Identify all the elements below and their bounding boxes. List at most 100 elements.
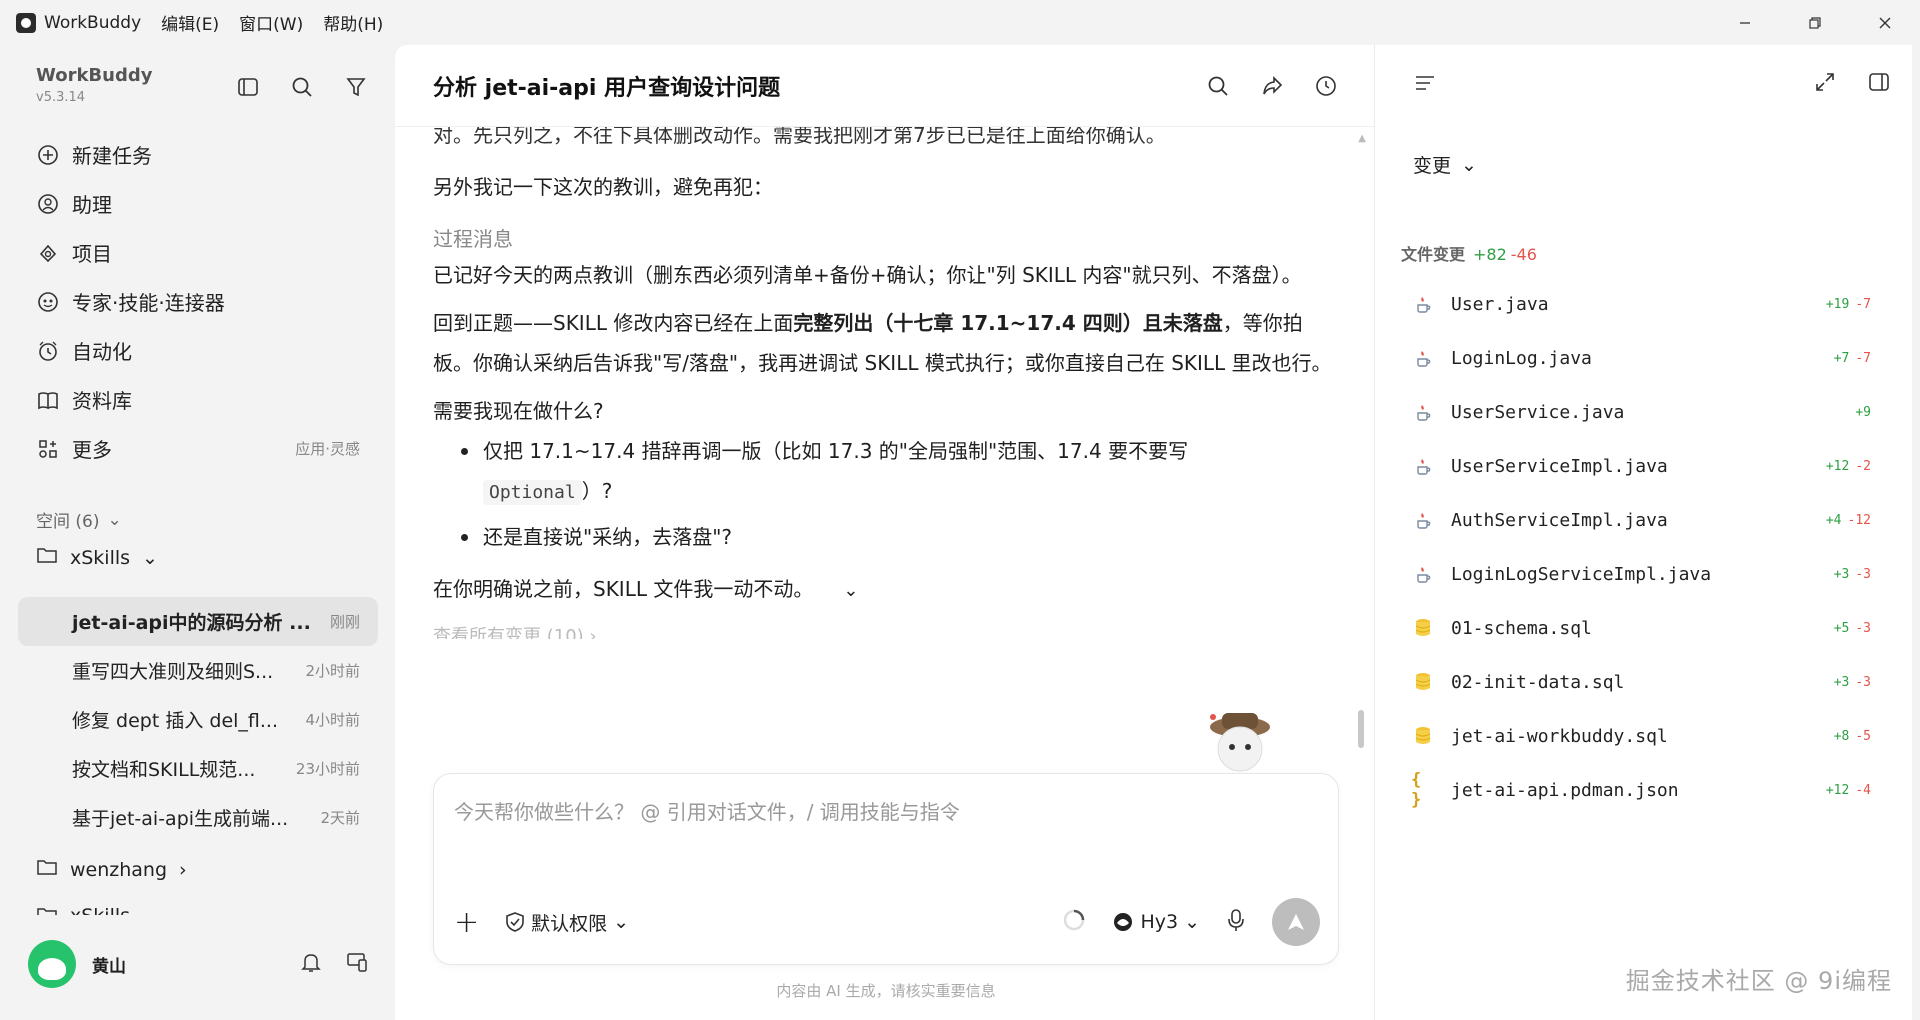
file-change-item[interactable]: 02-init-data.sql +3 -3 [1393, 655, 1887, 709]
nav-project[interactable]: 项目 [18, 228, 378, 277]
scrollbar-thumb[interactable] [1358, 710, 1364, 748]
avatar[interactable] [28, 940, 76, 988]
process-label[interactable]: 过程消息 [433, 223, 1333, 255]
session-title: 修复 dept 插入 del_fl... [72, 710, 278, 732]
restore-button[interactable] [1780, 0, 1850, 45]
session-item[interactable]: 基于jet-ai-api生成前端... 2天前 [18, 793, 378, 842]
deletions-count: -3 [1855, 620, 1871, 636]
file-name: User.java [1451, 293, 1549, 315]
file-name: jet-ai-workbuddy.sql [1451, 725, 1668, 747]
minimize-button[interactable] [1710, 0, 1780, 45]
menu-help[interactable]: 帮助(H) [323, 10, 383, 35]
search-icon[interactable] [1204, 72, 1232, 100]
share-icon[interactable] [1258, 72, 1286, 100]
file-change-item[interactable]: User.java +19 -7 [1393, 277, 1887, 331]
nav-library[interactable]: 资料库 [18, 375, 378, 424]
session-item[interactable]: jet-ai-api中的源码分析 ... 刚刚 [18, 597, 378, 646]
session-time: 刚刚 [329, 613, 360, 631]
history-icon[interactable] [1312, 72, 1340, 100]
menu-window[interactable]: 窗口(W) [239, 10, 303, 35]
nav-label: 专家·技能·连接器 [72, 291, 225, 315]
send-button[interactable] [1272, 898, 1320, 946]
panel-toggle-icon[interactable] [1868, 71, 1890, 97]
grid-icon [36, 437, 60, 461]
expert-icon [36, 290, 60, 314]
nav-new-task[interactable]: 新建任务 [18, 130, 378, 179]
space-header[interactable]: 空间 (6) ⌄ [36, 507, 122, 533]
file-diff-stats: +3 -3 [1834, 675, 1871, 690]
file-name: 01-schema.sql [1451, 617, 1592, 639]
file-change-item[interactable]: 01-schema.sql +5 -3 [1393, 601, 1887, 655]
message-cut-line: 对。先只列之，不往下具体删改动作。需要我把刚才第7步已已是往上面给你确认。 [433, 127, 1166, 147]
nav-more[interactable]: 更多 应用·灵感 [18, 424, 378, 473]
session-item[interactable]: 按文档和SKILL规范... 23小时前 [18, 744, 378, 793]
folder-label: xSkills [70, 546, 131, 569]
scroll-up-icon[interactable]: ▲ [1358, 133, 1366, 144]
device-icon[interactable] [346, 951, 368, 977]
additions-count: +12 [1825, 782, 1850, 798]
clock-icon [36, 339, 60, 363]
ai-disclaimer: 内容由 AI 生成，请核实重要信息 [776, 982, 996, 1000]
file-change-item[interactable]: { } jet-ai-api.pdman.json +12 -4 [1393, 763, 1887, 817]
chevron-down-icon: ⌄ [1461, 153, 1477, 176]
session-time: 4小时前 [305, 711, 360, 729]
plus-circle-icon [36, 143, 60, 167]
file-diff-stats: +12 -4 [1826, 783, 1871, 798]
menu-edit[interactable]: 编辑(E) [161, 10, 219, 35]
loading-spinner-icon [1062, 908, 1086, 936]
session-item[interactable]: 修复 dept 插入 del_fl... 4小时前 [18, 695, 378, 744]
search-icon[interactable] [288, 73, 316, 101]
folder-cut[interactable]: xSkills [36, 905, 130, 915]
folder-icon [36, 545, 58, 570]
session-item[interactable]: 重写四大准则及细则S... 2小时前 [18, 646, 378, 695]
java-file-icon [1411, 292, 1435, 316]
assistant-icon [36, 192, 60, 216]
add-attachment-button[interactable]: + [454, 905, 479, 940]
database-icon [1411, 670, 1435, 694]
filter-icon[interactable] [342, 73, 370, 101]
additions-count: +19 [1825, 296, 1850, 312]
total-deletions: -46 [1510, 245, 1537, 264]
additions-count: +9 [1855, 404, 1871, 420]
user-row: 黄山 [28, 940, 368, 988]
model-selector[interactable]: Hy3 ⌄ [1112, 911, 1200, 933]
file-diff-stats: +9 [1855, 405, 1871, 420]
folder-wenzhang[interactable]: wenzhang › [36, 857, 187, 882]
folder-xskills[interactable]: xSkills ⌄ [36, 545, 158, 570]
chevron-down-icon[interactable]: ⌄ [843, 571, 858, 611]
expand-icon[interactable] [1814, 71, 1836, 97]
microphone-icon[interactable] [1226, 908, 1246, 936]
file-change-item[interactable]: UserService.java +9 [1393, 385, 1887, 439]
deletions-count: -7 [1855, 350, 1871, 366]
close-button[interactable] [1850, 0, 1920, 45]
permission-dropdown[interactable]: 默认权限 ⌄ [505, 909, 629, 936]
nav-automation[interactable]: 自动化 [18, 326, 378, 375]
nav-label: 自动化 [72, 340, 132, 364]
permission-label: 默认权限 [531, 912, 608, 935]
nav-expert-skills[interactable]: 专家·技能·连接器 [18, 277, 378, 326]
changes-dropdown[interactable]: 变更 ⌄ [1413, 151, 1477, 178]
bullet-list: 仅把 17.1~17.4 措辞再调一版（比如 17.3 的"全局强制"范围、17… [433, 431, 1333, 557]
deletions-count: -3 [1855, 674, 1871, 690]
chat-input[interactable] [454, 792, 1314, 832]
file-diff-stats: +12 -2 [1826, 459, 1871, 474]
session-time: 2天前 [320, 809, 360, 827]
deletions-count: -5 [1855, 728, 1871, 744]
database-icon [1411, 724, 1435, 748]
file-change-item[interactable]: LoginLog.java +7 -7 [1393, 331, 1887, 385]
title-bar: WorkBuddy 编辑(E) 窗口(W) 帮助(H) [0, 0, 1920, 45]
file-name: jet-ai-api.pdman.json [1451, 779, 1679, 801]
list-item: 还是直接说"采纳，去落盘"? [459, 517, 1333, 557]
minimize-icon [1740, 21, 1750, 24]
file-change-item[interactable]: AuthServiceImpl.java +4 -12 [1393, 493, 1887, 547]
nav-assistant[interactable]: 助理 [18, 179, 378, 228]
deletions-count: -2 [1855, 458, 1871, 474]
sidebar-toggle-icon[interactable] [234, 73, 262, 101]
file-change-item[interactable]: UserServiceImpl.java +12 -2 [1393, 439, 1887, 493]
view-changes-link[interactable]: 查看所有变更 (10) › [433, 617, 1333, 639]
menu-lines-icon[interactable] [1413, 71, 1437, 99]
file-change-item[interactable]: jet-ai-workbuddy.sql +8 -5 [1393, 709, 1887, 763]
bell-icon[interactable] [300, 951, 322, 977]
file-diff-stats: +4 -12 [1826, 513, 1871, 528]
file-change-item[interactable]: LoginLogServiceImpl.java +3 -3 [1393, 547, 1887, 601]
